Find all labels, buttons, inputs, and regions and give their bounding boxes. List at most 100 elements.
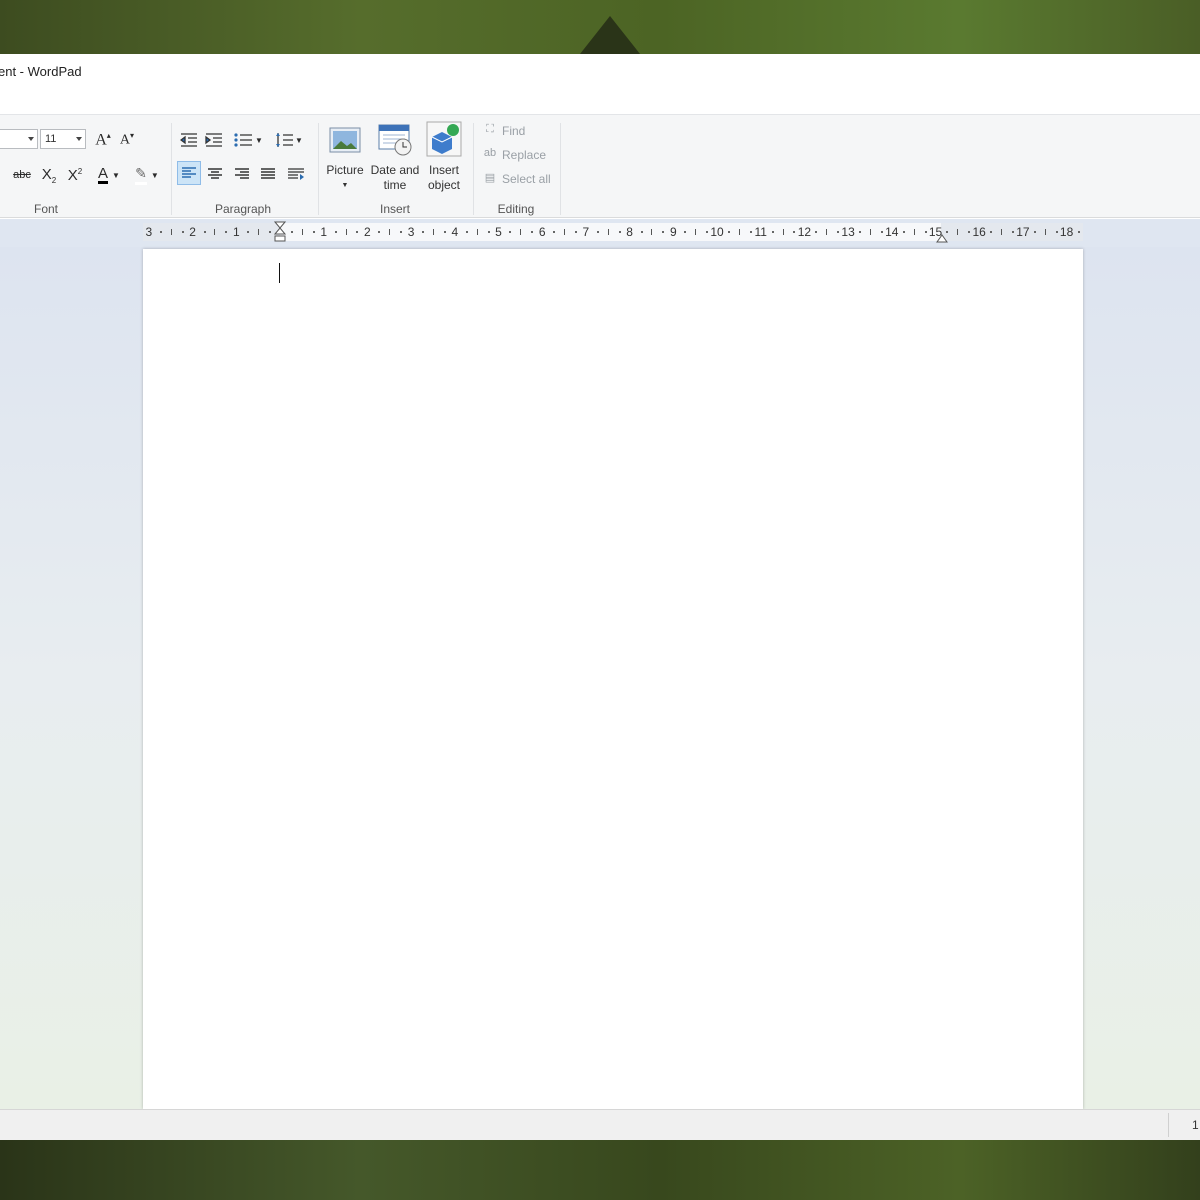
ruler-tick	[214, 229, 216, 235]
ruler-tick	[662, 231, 665, 233]
title-bar: ent - WordPad	[0, 54, 1200, 114]
replace-label: Replace	[502, 148, 547, 162]
ruler-label: 14	[885, 225, 899, 239]
highlighter-icon: ✎	[135, 165, 147, 185]
text-color-icon: A	[98, 164, 109, 184]
ruler-left-margin	[143, 223, 280, 241]
line-spacing-icon	[276, 133, 294, 147]
line-spacing-button[interactable]: ▼	[272, 129, 306, 151]
group-divider	[473, 123, 474, 215]
ruler-tick	[1055, 231, 1058, 233]
indent-marker-icon[interactable]	[274, 221, 286, 243]
font-size-combo[interactable]: 11	[40, 129, 86, 149]
decrease-indent-button[interactable]	[178, 129, 200, 151]
chevron-down-icon: ▼	[255, 135, 263, 145]
ruler-tick	[990, 231, 993, 233]
grow-font-button[interactable]: A▴	[92, 129, 114, 151]
select-all-label: Select all	[502, 172, 551, 186]
document-page[interactable]	[143, 249, 1083, 1109]
ruler-label: 1	[232, 225, 240, 239]
ruler-tick	[574, 231, 577, 233]
justify-button[interactable]	[257, 163, 279, 185]
decrease-indent-icon	[180, 133, 197, 147]
strikethrough-button[interactable]: abc	[11, 164, 33, 186]
font-group-label: Font	[33, 202, 58, 216]
ruler-label: 11	[754, 225, 767, 239]
ruler-label: 3	[407, 225, 415, 239]
insert-group-label: Insert	[379, 202, 410, 216]
ruler-label: 13	[841, 225, 855, 239]
select-all-button[interactable]: ▤ Select all	[482, 171, 551, 187]
ruler-tick	[443, 231, 446, 233]
ruler-tick	[564, 229, 566, 235]
ruler-tick	[247, 231, 250, 233]
subscript-button[interactable]: X2	[38, 164, 60, 186]
insert-object-button[interactable]: Insert object	[424, 121, 464, 193]
ruler-tick	[378, 231, 381, 233]
ruler-tick	[1033, 231, 1036, 233]
ruler-tick	[465, 231, 468, 233]
ribbon: 11 A▴ A▾ abc X2 X2 A ▼ ✎ ▼ Font ▼ ▼ Para…	[0, 114, 1200, 218]
ruler-tick	[301, 229, 303, 235]
increase-indent-icon	[205, 133, 222, 147]
ruler-tick	[771, 231, 774, 233]
insert-picture-button[interactable]: Picture ▼	[324, 121, 366, 193]
insert-datetime-button[interactable]: Date and time	[368, 121, 422, 193]
align-left-button[interactable]	[177, 161, 201, 185]
chevron-down-icon	[28, 137, 34, 141]
calendar-clock-icon	[377, 121, 413, 157]
paragraph-settings-button[interactable]	[285, 163, 307, 185]
align-center-button[interactable]	[204, 163, 226, 185]
picture-icon	[327, 121, 363, 157]
zoom-level: 1	[1192, 1118, 1199, 1132]
editing-group-label: Editing	[497, 202, 535, 216]
ruler-tick	[345, 229, 347, 235]
ruler-tick	[531, 231, 534, 233]
group-divider	[318, 123, 319, 215]
shrink-font-icon: A▾	[119, 131, 135, 148]
ruler-bar: 3 2 1 1 2 3 4 5 6 7 8 9 10 11 12 13 14 15 16 17 18	[0, 219, 1200, 247]
superscript-button[interactable]: X2	[64, 164, 86, 186]
text-caret	[279, 263, 280, 283]
shrink-font-button[interactable]: A▾	[116, 129, 138, 151]
ruler[interactable]: 3 2 1 1 2 3 4 5 6 7 8 9 10 11 12 13 14 15 16 17 18	[143, 221, 1083, 243]
ruler-tick	[258, 229, 260, 235]
find-button[interactable]: ⛶ Find	[482, 123, 525, 139]
chevron-down-icon: ▼	[112, 170, 120, 180]
ruler-tick	[400, 231, 403, 233]
increase-indent-button[interactable]	[203, 129, 225, 151]
font-family-combo[interactable]	[0, 129, 38, 149]
highlight-button[interactable]: ✎ ▼	[130, 164, 164, 186]
ruler-tick	[706, 231, 709, 233]
ruler-tick	[968, 231, 971, 233]
align-right-button[interactable]	[231, 163, 253, 185]
ruler-tick	[334, 231, 337, 233]
ruler-tick	[596, 231, 599, 233]
ruler-label: 17	[1016, 225, 1030, 239]
ruler-tick	[859, 231, 862, 233]
ruler-tick	[487, 231, 490, 233]
ruler-tick	[902, 231, 905, 233]
desktop-wallpaper-top	[0, 0, 1200, 54]
ruler-label: 8	[626, 225, 633, 239]
bullets-button[interactable]: ▼	[230, 129, 266, 151]
document-area	[0, 247, 1200, 1109]
ruler-tick	[225, 231, 228, 233]
bullet-list-icon	[234, 133, 253, 147]
strikethrough-icon: abc	[13, 169, 31, 181]
datetime-label-line2: time	[383, 178, 407, 192]
status-bar: 1	[0, 1109, 1200, 1140]
replace-button[interactable]: ab Replace	[482, 147, 546, 163]
text-color-button[interactable]: A ▼	[92, 164, 126, 186]
ruler-tick	[509, 231, 512, 233]
picture-label: Picture	[326, 163, 364, 177]
chevron-down-icon: ▼	[295, 135, 303, 145]
align-right-icon	[235, 168, 249, 179]
ruler-tick	[1001, 229, 1003, 235]
ruler-tick	[826, 229, 828, 235]
paragraph-group-label: Paragraph	[214, 202, 272, 216]
ruler-tick	[170, 229, 172, 235]
ruler-tick	[553, 231, 556, 233]
ruler-label: 6	[538, 225, 546, 239]
datetime-label-line1: Date and	[370, 163, 420, 177]
